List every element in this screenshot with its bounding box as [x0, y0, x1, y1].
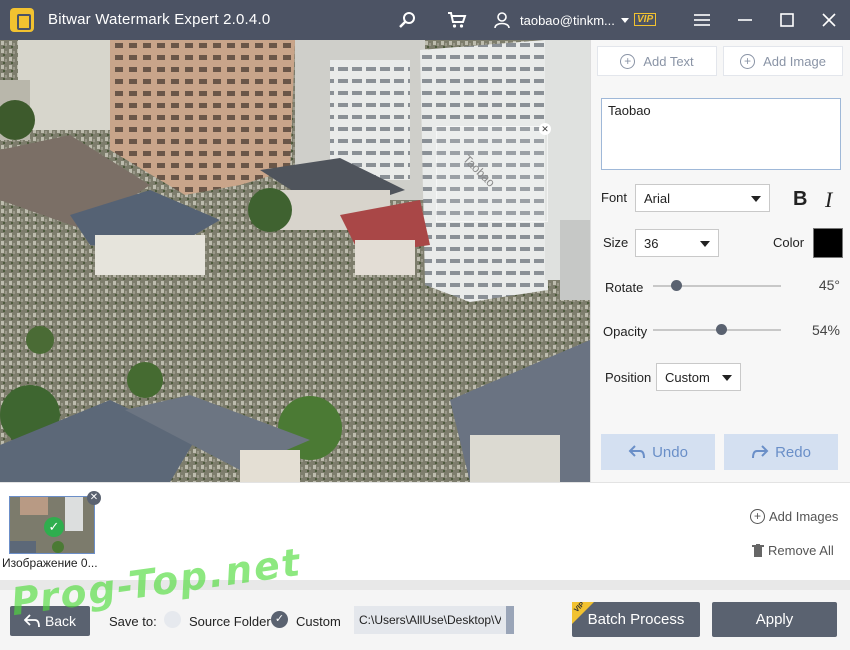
bold-button[interactable]: B	[793, 188, 807, 211]
file-thumbnail[interactable]: ✓	[9, 496, 95, 554]
size-select-value: 36	[644, 236, 659, 251]
chevron-down-icon[interactable]	[621, 18, 629, 23]
vip-badge: VIP	[634, 13, 657, 26]
undo-button[interactable]: Undo	[601, 434, 715, 470]
trash-icon	[752, 544, 764, 557]
source-folder-label[interactable]: Source Folder	[189, 614, 271, 629]
rotate-value: 45°	[818, 277, 840, 293]
close-icon[interactable]	[817, 8, 841, 32]
opacity-value: 54%	[811, 322, 840, 338]
user-icon[interactable]	[490, 8, 514, 32]
back-button[interactable]: Back	[10, 606, 90, 636]
add-images-label: Add Images	[769, 509, 839, 524]
font-label: Font	[601, 190, 628, 205]
redo-label: Redo	[775, 443, 811, 461]
remove-all-button[interactable]: Remove All	[752, 543, 834, 558]
chevron-down-icon	[700, 241, 710, 247]
add-image-label: Add Image	[763, 53, 826, 69]
back-arrow-icon	[23, 614, 40, 628]
selected-check-icon: ✓	[44, 517, 64, 537]
italic-button[interactable]: I	[825, 187, 832, 213]
position-select-value: Custom	[665, 370, 710, 385]
search-icon[interactable]	[395, 8, 419, 32]
opacity-label: Opacity	[603, 324, 648, 339]
file-strip: ✓ ✕ Изображение 0... + Add Images Remove…	[0, 482, 850, 580]
apply-label: Apply	[755, 611, 794, 628]
add-text-label: Add Text	[643, 53, 694, 69]
opacity-slider-thumb[interactable]	[716, 324, 728, 335]
file-name: Изображение 0...	[2, 556, 98, 570]
menu-icon[interactable]	[690, 8, 714, 32]
remove-all-label: Remove All	[768, 543, 834, 558]
plus-circle-icon: +	[620, 53, 636, 69]
maximize-icon[interactable]	[775, 8, 799, 32]
user-email[interactable]: taobao@tinkm...	[520, 13, 615, 28]
image-canvas[interactable]: Taobao ✕	[0, 40, 590, 482]
back-label: Back	[44, 613, 77, 629]
undo-label: Undo	[652, 443, 688, 461]
title-bar: Bitwar Watermark Expert 2.0.4.0 taobao@t…	[0, 0, 850, 40]
color-swatch[interactable]	[813, 228, 843, 258]
opacity-slider[interactable]	[653, 324, 781, 335]
source-folder-radio[interactable]	[164, 611, 181, 628]
redo-icon	[752, 445, 769, 459]
batch-process-button[interactable]: VIP Batch Process	[572, 601, 700, 637]
add-images-button[interactable]: + Add Images	[750, 509, 838, 524]
size-select[interactable]: 36	[635, 229, 719, 257]
redo-button[interactable]: Redo	[724, 434, 838, 470]
undo-icon	[628, 445, 646, 459]
custom-label[interactable]: Custom	[296, 614, 341, 629]
chevron-down-icon	[722, 375, 732, 381]
watermark-close-icon[interactable]: ✕	[539, 123, 551, 135]
photo-image	[0, 40, 590, 482]
apply-button[interactable]: Apply	[712, 602, 837, 637]
plus-circle-icon: +	[750, 509, 765, 524]
rotate-slider-thumb[interactable]	[670, 280, 682, 291]
add-text-button[interactable]: + Add Text	[597, 46, 717, 76]
cart-icon[interactable]	[445, 8, 469, 32]
save-to-label: Save to:	[109, 614, 157, 629]
font-select-value: Arial	[644, 191, 671, 206]
add-image-button[interactable]: + Add Image	[723, 46, 843, 76]
horizontal-scrollbar[interactable]	[0, 580, 850, 590]
save-path-input[interactable]	[354, 606, 514, 634]
settings-panel: + Add Text + Add Image Font Arial B I Si…	[590, 40, 850, 482]
position-label: Position	[605, 370, 652, 385]
batch-process-label: Batch Process	[587, 611, 685, 628]
custom-radio[interactable]: ✓	[271, 611, 288, 628]
position-select[interactable]: Custom	[656, 363, 741, 391]
minimize-icon[interactable]	[733, 8, 757, 32]
rotate-slider[interactable]	[653, 280, 781, 291]
watermark-text-input[interactable]	[601, 98, 841, 170]
color-label: Color	[773, 235, 805, 250]
bottom-bar: Back Save to: Source Folder ✓ Custom VIP…	[0, 590, 850, 650]
rotate-label: Rotate	[605, 280, 644, 295]
remove-file-icon[interactable]: ✕	[87, 491, 101, 505]
plus-circle-icon: +	[740, 53, 756, 69]
app-logo-icon	[10, 8, 34, 32]
font-select[interactable]: Arial	[635, 184, 770, 212]
app-title: Bitwar Watermark Expert 2.0.4.0	[48, 11, 271, 28]
size-label: Size	[603, 235, 629, 250]
chevron-down-icon	[751, 196, 761, 202]
